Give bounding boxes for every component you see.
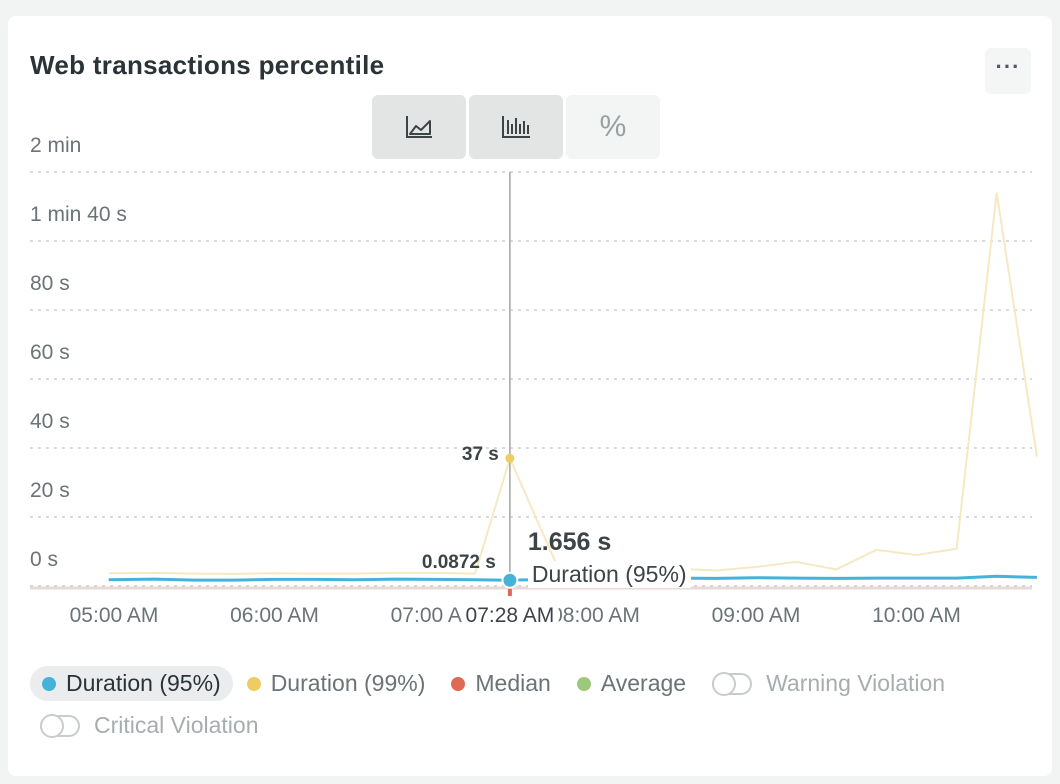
hover-median-value: 0.0872 s bbox=[421, 552, 496, 573]
y-tick-label: 1 min 40 s bbox=[30, 203, 127, 226]
legend-dot-duration-95 bbox=[42, 676, 56, 691]
legend-item-duration-95[interactable]: Duration (95%) bbox=[30, 666, 233, 701]
legend-dot-average bbox=[576, 676, 591, 691]
legend-item-average[interactable]: Average bbox=[576, 670, 687, 697]
legend-label: Duration (95%) bbox=[66, 670, 221, 696]
legend-label: Duration (99%) bbox=[270, 670, 426, 696]
y-tick-label: 40 s bbox=[30, 410, 70, 433]
toggle-label: Warning Violation bbox=[766, 670, 946, 696]
legend-item-median[interactable]: Median bbox=[451, 670, 551, 697]
toggle-switch[interactable] bbox=[40, 713, 80, 738]
chart-widget: Web transactions percentile ··· % 0 s 20 … bbox=[8, 16, 1052, 776]
critical-violation-toggle[interactable]: Critical Violation bbox=[40, 712, 258, 739]
toggle-label: Critical Violation bbox=[94, 712, 259, 738]
x-tick-label: 10:00 AM bbox=[872, 604, 961, 627]
hover-point-duration-95 bbox=[501, 571, 519, 589]
legend-item-duration-99[interactable]: Duration (99%) bbox=[246, 670, 426, 697]
line-chart-toggle[interactable] bbox=[372, 95, 466, 159]
bar-chart-toggle[interactable] bbox=[469, 95, 563, 159]
more-options-button[interactable]: ··· bbox=[985, 48, 1031, 94]
y-tick-label: 2 min bbox=[30, 134, 82, 157]
hover-time-label: 07:28 AM bbox=[461, 604, 559, 628]
y-tick-label: 80 s bbox=[30, 272, 70, 295]
x-tick-label: 08:00 AM bbox=[551, 604, 640, 627]
hover-p99-value: 37 s bbox=[461, 444, 499, 466]
percent-icon: % bbox=[599, 110, 627, 143]
legend-dot-median bbox=[451, 676, 466, 691]
legend-row-2: Critical Violation bbox=[40, 712, 258, 739]
series-line-duration-99 bbox=[108, 192, 1038, 575]
y-tick-label: 0 s bbox=[30, 548, 59, 571]
y-tick-label: 20 s bbox=[30, 479, 70, 502]
bar-chart-icon bbox=[502, 116, 530, 138]
legend-label: Median bbox=[475, 670, 551, 696]
x-tick-label: 09:00 AM bbox=[711, 604, 801, 627]
x-tick-label: 06:00 AM bbox=[230, 604, 319, 627]
hover-series-label: Duration (95%) bbox=[527, 561, 691, 588]
warning-violation-toggle[interactable]: Warning Violation bbox=[712, 670, 945, 697]
legend-items: Duration (95%) Duration (99%) Median Ave… bbox=[30, 666, 945, 701]
line-chart-icon bbox=[406, 116, 432, 138]
percent-toggle[interactable]: % bbox=[566, 95, 660, 159]
hover-value-label: 1.656 s bbox=[527, 528, 612, 556]
y-tick-label: 60 s bbox=[30, 341, 70, 364]
widget-title: Web transactions percentile bbox=[30, 50, 385, 80]
toggle-switch[interactable] bbox=[712, 671, 753, 696]
legend-dot-duration-99 bbox=[246, 676, 261, 691]
hover-point-duration-99 bbox=[505, 453, 515, 463]
x-tick-label: 05:00 AM bbox=[69, 604, 159, 627]
legend-label: Average bbox=[600, 670, 687, 696]
